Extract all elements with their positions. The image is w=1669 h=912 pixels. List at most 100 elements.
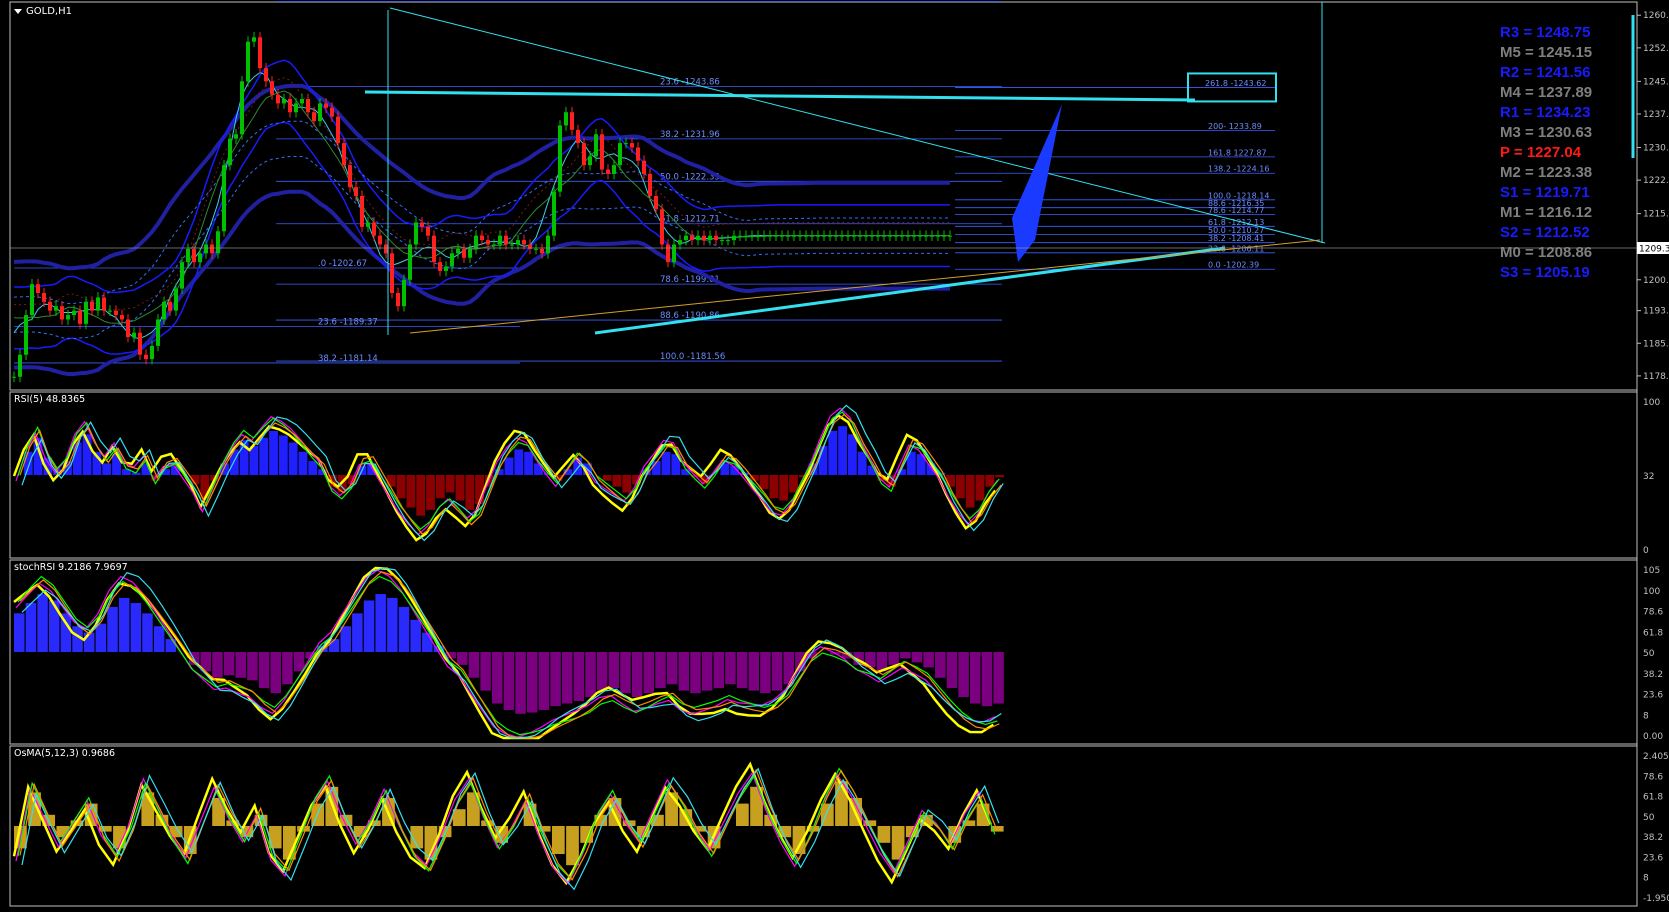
candle-body [720, 240, 724, 242]
candle-body [444, 266, 448, 271]
fib-extension-label: 200- 1233.89 [1208, 122, 1262, 131]
stoch-rsi-histogram-bar [363, 600, 375, 652]
candle-body [912, 235, 916, 237]
candle-body [60, 306, 64, 320]
osma-axis-label: 2.4052 [1643, 752, 1669, 762]
stoch-rsi-histogram-bar [352, 613, 363, 652]
rsi-histogram-bar [445, 475, 455, 493]
stoch-axis-label: 100 [1643, 587, 1660, 597]
pivot-label: M5 = 1245.15 [1500, 44, 1592, 61]
stoch-rsi-histogram-bar [900, 652, 911, 659]
candle-body [570, 112, 574, 130]
candle-body [12, 376, 16, 378]
price-axis-label: 1230.0 [1643, 144, 1669, 154]
rsi-histogram-bar [259, 437, 269, 475]
candle-body [636, 147, 640, 161]
stoch-rsi-histogram-bar [643, 652, 655, 694]
candle-body [798, 235, 802, 237]
candle-body [600, 134, 604, 170]
candle-body [726, 240, 730, 242]
fib-level-label: 23.6 -1243.86 [660, 77, 720, 87]
candle-body [450, 253, 454, 267]
rsi-histogram-bar [965, 475, 975, 508]
fib-level-label: 100.0 -1181.56 [660, 352, 725, 362]
candle-body [942, 235, 946, 237]
stoch-rsi-histogram-bar [410, 619, 421, 652]
price-axis-label: 1185.6 [1643, 339, 1669, 349]
rsi-histogram-bar [504, 457, 514, 475]
stoch-rsi-histogram-bar [993, 652, 1004, 704]
candle-body [138, 332, 142, 355]
candle-body [246, 41, 250, 82]
candle-body [78, 310, 82, 324]
candle-body [468, 248, 472, 258]
osma-histogram-bar [551, 826, 565, 854]
candle-body [762, 235, 766, 237]
stoch-rsi-histogram-bar [911, 652, 923, 663]
pivot-label: R3 = 1248.75 [1500, 24, 1591, 41]
candle-body [534, 248, 538, 250]
price-axis-label: 1245.0 [1643, 77, 1669, 87]
candle-body [900, 235, 904, 237]
price-axis-label: 1237.6 [1643, 110, 1669, 120]
rsi-histogram-bar [102, 463, 112, 475]
stoch-rsi-histogram-bar [620, 652, 631, 694]
candle-body [780, 235, 784, 237]
candle-body [258, 37, 262, 69]
candle-body [918, 235, 922, 237]
fib-extension-label: 161.8 1227.87 [1208, 148, 1267, 157]
osma-axis-label: 23.6 [1643, 853, 1663, 863]
stoch-rsi-histogram-bar [258, 652, 270, 689]
candle-body [114, 310, 118, 316]
candle-body [156, 319, 160, 346]
osma-histogram-bar [268, 826, 282, 849]
rsi-axis-label: 0 [1643, 546, 1649, 556]
candle-body [384, 244, 388, 254]
candle-body [240, 81, 244, 135]
rsi-histogram-bar [288, 442, 298, 475]
rsi-histogram-bar [514, 449, 524, 475]
candle-body [930, 235, 934, 237]
candle-body [270, 81, 274, 95]
stoch-rsi-histogram-bar [585, 652, 596, 698]
candle-body [696, 235, 700, 241]
candle-body [882, 235, 886, 237]
pivot-label: M4 = 1237.89 [1500, 84, 1592, 101]
candle-body [132, 332, 136, 338]
candle-body [564, 112, 568, 126]
fib-extension-label: 0.0 -1202.39 [1208, 261, 1259, 270]
rsi-axis-label: 100 [1643, 398, 1660, 408]
stoch-rsi-histogram-bar [375, 594, 386, 652]
rsi-histogram-bar [995, 475, 1005, 478]
candle-body [828, 235, 832, 237]
fib-lower-label: 38.2 -1181.14 [318, 354, 378, 364]
rsi-histogram-bar [857, 451, 867, 475]
candle-body [222, 165, 226, 232]
candle-body [738, 235, 742, 237]
main-price-panel[interactable] [9, 1, 1638, 391]
stoch-rsi-histogram-bar [888, 652, 899, 665]
candle-body [234, 134, 238, 139]
osma-histogram-bar [736, 803, 749, 826]
candle-body [936, 235, 940, 237]
rsi-histogram-bar [416, 475, 426, 516]
candle-body [924, 235, 928, 237]
rsi-histogram-bar [622, 475, 632, 493]
chart-canvas[interactable]: 0.0 -1263.11 23.6 -1243.86 38.2 -1231.96 50… [0, 0, 1669, 908]
candle-body [24, 315, 28, 355]
rsi-histogram-bar [386, 475, 396, 487]
stoch-rsi-histogram-bar [736, 652, 748, 689]
rsi-histogram-bar [779, 475, 789, 501]
candle-body [498, 235, 502, 245]
candle-body [408, 244, 412, 280]
rsi-histogram-bar [298, 451, 308, 475]
stoch-rsi-histogram-bar [550, 652, 561, 707]
rsi-histogram-bar [602, 475, 612, 481]
candle-body [702, 235, 706, 241]
rsi-histogram-bar [278, 435, 288, 475]
candle-body [312, 112, 316, 122]
stoch-rsi-histogram-bar [340, 626, 351, 652]
candle-body [228, 138, 232, 166]
candle-body [492, 244, 496, 246]
rsi-histogram-bar [759, 475, 769, 489]
